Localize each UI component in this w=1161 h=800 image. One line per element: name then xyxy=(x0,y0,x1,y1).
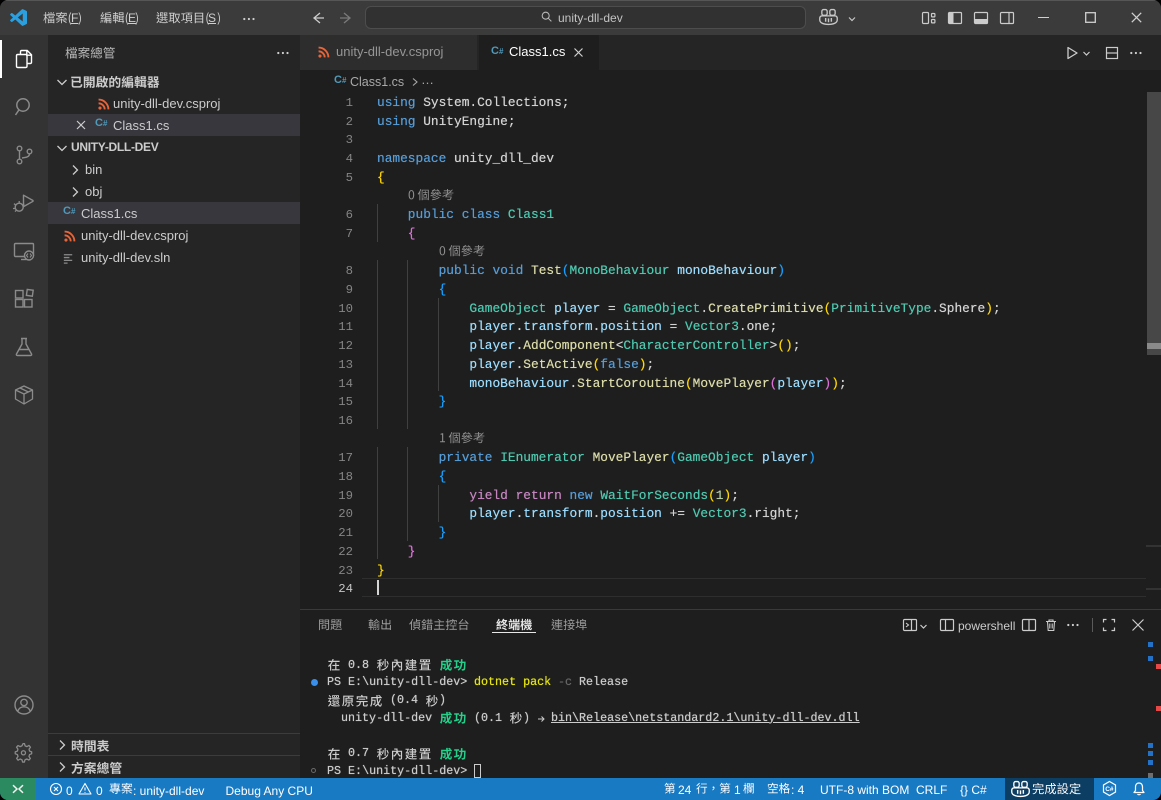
svg-text:C#: C# xyxy=(1105,786,1114,793)
